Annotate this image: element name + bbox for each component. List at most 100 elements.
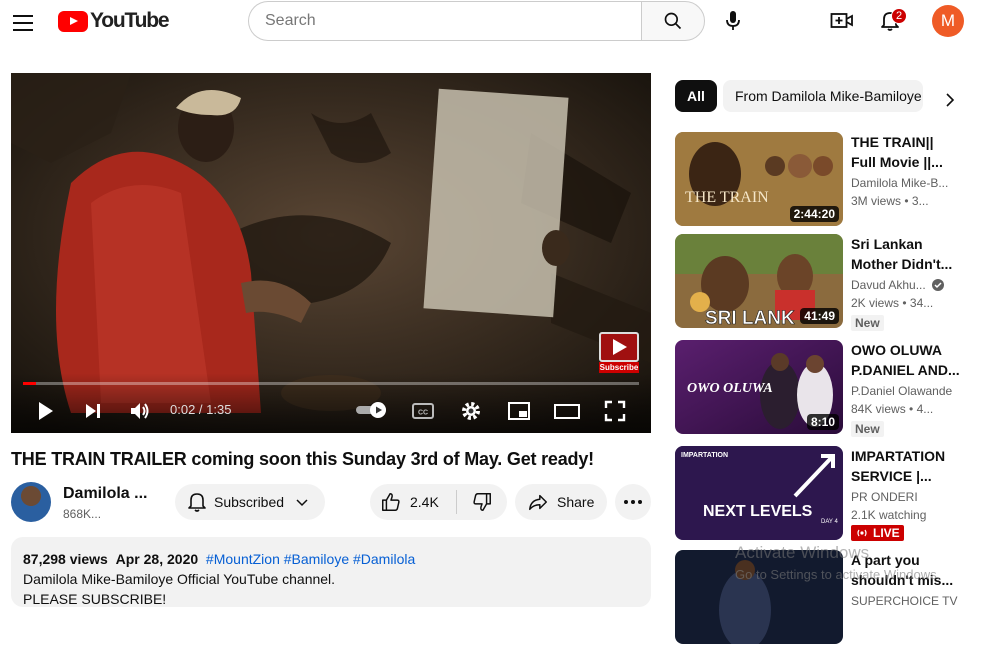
create-video-icon [830,13,853,28]
channel-name: Davud Akhu... [851,278,926,292]
channel-name: PR ONDERI [851,490,918,504]
channel-name[interactable]: Damilola ... [63,485,147,503]
video-duration: 8:10 [806,414,839,430]
thumbnail-text: THE TRAIN [685,189,769,206]
video-player[interactable]: Subscribe 0:02 / 1:35 CC [11,73,651,433]
view-count: 84K views [851,402,906,416]
search-input[interactable]: Search [248,1,642,41]
video-duration: 41:49 [800,308,839,324]
theater-mode-button[interactable] [554,399,580,423]
progress-fill [23,382,36,385]
thumbnail-text: OWO OLUWA [687,381,773,396]
play-button[interactable] [33,399,57,423]
filter-chips: All From Damilola Mike-Bamiloye [675,80,975,112]
next-icon [86,404,100,418]
video-age: 3... [911,194,929,208]
recommended-video[interactable]: SRI LANK 41:49 Sri Lankan Mother Didn't.… [675,234,975,331]
video-stats: 3M views • 3... [851,194,929,208]
like-count: 2.4K [410,494,439,510]
microphone-icon [726,11,740,30]
search-button[interactable] [641,1,705,41]
recommended-video[interactable]: IMPARTATION NEXT LEVELS DAY 4 IMPARTATIO… [675,446,975,542]
recommended-video[interactable]: OWO OLUWA 8:10 OWO OLUWA P.DANIEL AND...… [675,340,975,437]
voice-search-button[interactable] [715,3,751,39]
recommended-video[interactable]: THE TRAIN 2:44:20 THE TRAIN|| Full Movie… [675,132,975,228]
recommended-video[interactable]: A part you shouldn't mis... SUPERCHOICE … [675,550,975,646]
thumbs-down-icon [473,493,491,511]
miniplayer-button[interactable] [507,399,531,423]
share-icon [529,494,547,511]
verified-icon [931,279,944,291]
live-icon [857,529,867,537]
thumbnail-text: SRI LANK [705,308,795,328]
view-count: 87,298 views [23,551,108,567]
progress-bar[interactable] [23,382,639,385]
search-placeholder: Search [265,12,316,29]
account-avatar[interactable]: M [932,5,964,37]
dislike-button[interactable] [457,484,507,520]
menu-icon[interactable] [12,12,34,31]
thumbnail-image: IMPARTATION NEXT LEVELS DAY 4 [675,446,843,540]
play-icon [39,402,53,420]
channel-avatar[interactable] [11,482,51,522]
subscribe-watermark[interactable]: Subscribe [599,332,639,373]
upload-date: Apr 28, 2020 [115,551,199,567]
view-count: 2K views [851,296,900,310]
new-badge: New [851,421,884,437]
more-actions-button[interactable] [615,484,651,520]
chevron-down-icon [296,499,308,507]
video-thumbnail [675,550,843,644]
video-title: THE TRAIN TRAILER coming soon this Sunda… [11,449,594,469]
chip-from-channel[interactable]: From Damilola Mike-Bamiloye [723,80,923,112]
volume-icon [131,403,149,419]
thumbs-up-icon [382,493,400,511]
channel-name: P.Daniel Olawande [851,384,953,398]
like-button[interactable]: 2.4K [370,484,456,520]
autoplay-toggle[interactable] [355,401,389,419]
thumbnail-day: DAY 4 [821,519,838,525]
mute-button[interactable] [128,399,152,423]
hashtags[interactable]: #MountZion #Bamiloye #Damilola [206,551,415,567]
video-title: OWO OLUWA P.DANIEL AND... [851,342,960,378]
theater-mode-icon [554,404,580,419]
thumbnail-text: NEXT LEVELS [703,503,813,520]
time-display: 0:02 / 1:35 [170,402,232,417]
channel-name: Damilola Mike-B... [851,176,949,190]
like-dislike-group: 2.4K [370,484,507,520]
subtitles-button[interactable]: CC [411,399,435,423]
subscribed-button[interactable]: Subscribed [175,484,325,520]
watching-count: 2.1K watching [851,508,927,522]
share-button[interactable]: Share [515,484,607,520]
video-title: THE TRAIN|| Full Movie ||... [851,134,943,170]
video-title: Sri Lankan Mother Didn't... [851,236,953,272]
settings-button[interactable] [459,399,483,423]
next-button[interactable] [81,399,105,423]
video-stats: 2K views • 34... [851,296,934,310]
new-badge: New [851,315,884,331]
chevron-right-icon [946,93,955,107]
notifications-button[interactable]: 2 [872,3,908,39]
video-age: 4... [916,402,934,416]
create-button[interactable] [824,3,860,39]
subscribed-label: Subscribed [214,494,285,510]
description-line-1: Damilola Mike-Bamiloye Official YouTube … [23,571,336,587]
closed-captions-icon: CC [412,403,434,419]
live-label: LIVE [873,526,900,540]
chip-all[interactable]: All [675,80,717,112]
video-duration: 2:44:20 [789,206,839,222]
channel-name: SUPERCHOICE TV [851,594,958,608]
more-horizontal-icon [624,500,642,504]
bell-icon [188,493,206,512]
view-count: 3M views [851,194,902,208]
autoplay-icon [356,402,386,418]
thumbnail-image [675,550,843,644]
subscribe-play-icon [599,332,639,362]
gear-icon [462,402,480,420]
thumbnail-caption: IMPARTATION [681,452,728,459]
live-badge: LIVE [851,525,904,541]
youtube-logo[interactable]: YouTube [58,9,170,32]
fullscreen-button[interactable] [603,399,627,423]
chips-next-button[interactable] [938,88,962,112]
description-box[interactable]: 87,298 views Apr 28, 2020 #MountZion #Ba… [11,537,651,607]
share-label: Share [557,494,595,510]
